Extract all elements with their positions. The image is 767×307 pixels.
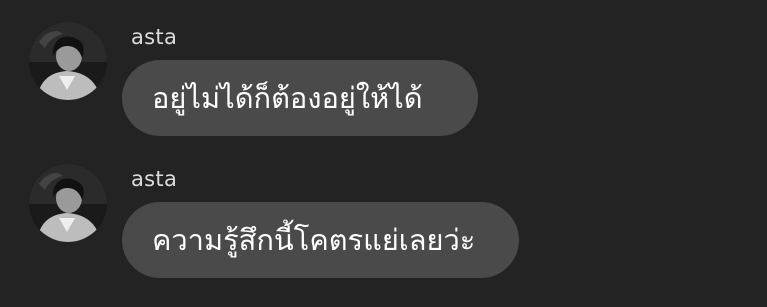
user-avatar-icon: [29, 22, 107, 100]
message-bubble[interactable]: ความรู้สึกนี้โคตรแย่เลยว่ะ: [122, 202, 519, 278]
sender-name: asta: [131, 25, 178, 49]
chat-message: asta ความรู้สึกนี้โคตรแย่เลยว่ะ: [0, 142, 767, 282]
chat-message: asta อยู่ไม่ได้ก็ต้องอยู่ให้ได้: [0, 0, 767, 140]
message-bubble[interactable]: อยู่ไม่ได้ก็ต้องอยู่ให้ได้: [122, 60, 478, 136]
chat-thread: asta อยู่ไม่ได้ก็ต้องอยู่ให้ได้ asta ควา…: [0, 0, 767, 307]
avatar[interactable]: [29, 22, 107, 100]
user-avatar-icon: [29, 164, 107, 242]
sender-name: asta: [131, 167, 178, 191]
avatar[interactable]: [29, 164, 107, 242]
